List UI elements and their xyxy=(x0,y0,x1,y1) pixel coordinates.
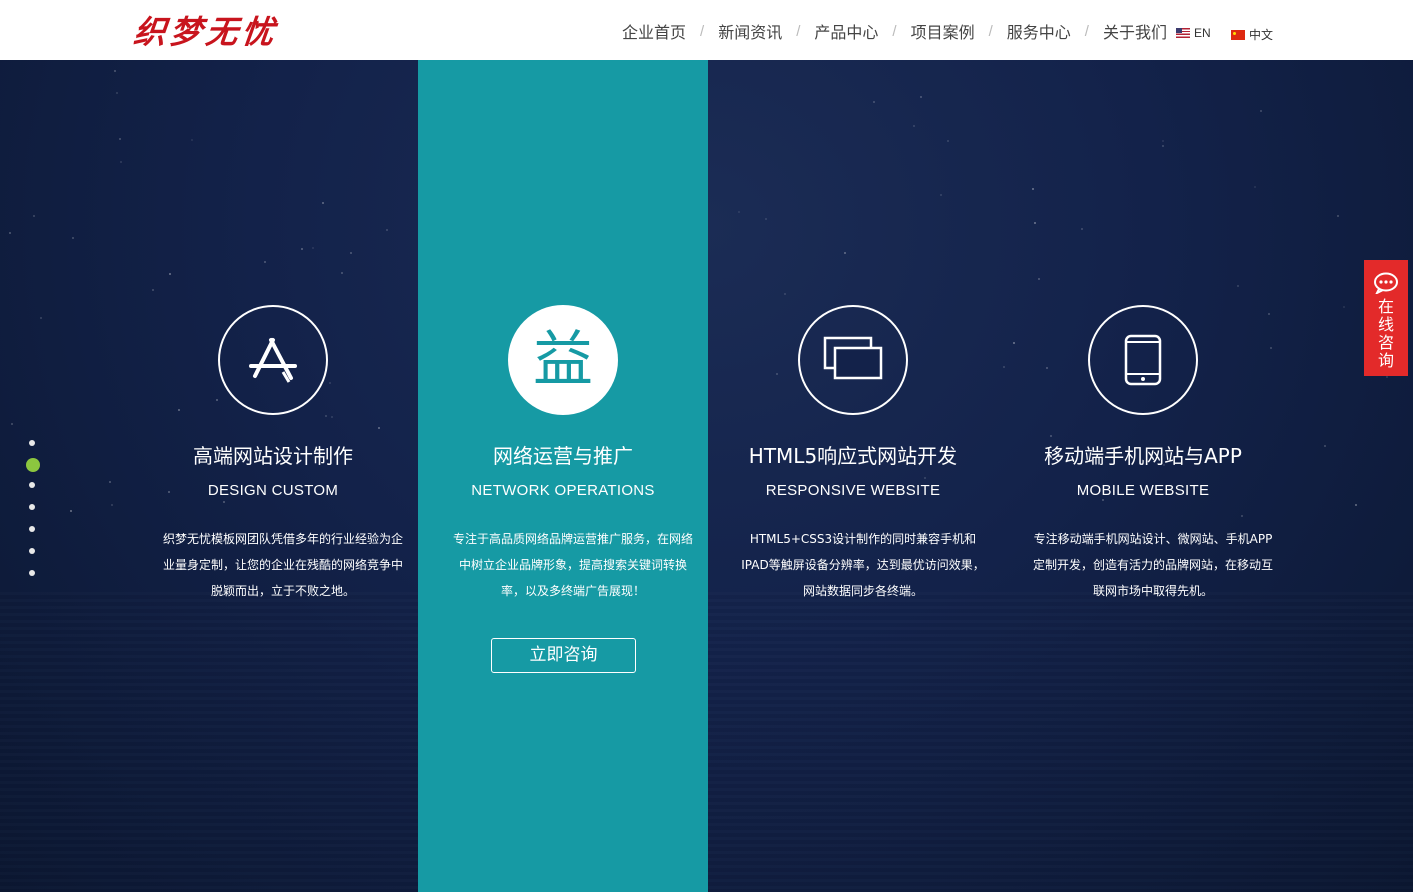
pager-dot[interactable] xyxy=(29,504,35,510)
pager-dot[interactable] xyxy=(29,440,35,446)
star xyxy=(116,92,118,94)
yi-glyph: 益 xyxy=(533,325,593,395)
nav-item-about[interactable]: 关于我们 xyxy=(1103,19,1167,43)
china-flag-icon xyxy=(1231,29,1245,40)
service-subtitle: RESPONSIVE WEBSITE xyxy=(765,482,941,499)
nav-item-cases[interactable]: 项目案例 xyxy=(911,19,975,43)
pager-dot[interactable] xyxy=(29,526,35,532)
mobile-phone-icon xyxy=(1088,305,1198,415)
star xyxy=(11,423,13,425)
star xyxy=(120,161,122,163)
main-nav: 企业首页 / 新闻资讯 / 产品中心 / 项目案例 / 服务中心 / 关于我们 xyxy=(622,19,1167,43)
star xyxy=(1386,376,1388,378)
service-description: 织梦无忧模板网团队凭借多年的行业经验为企业量身定制，让您的企业在残酷的网络竞争中… xyxy=(162,532,403,598)
star xyxy=(1324,445,1326,447)
hero-section: 高端网站设计制作 DESIGN CUSTOM 织梦无忧模板网团队凭借多年的行业经… xyxy=(0,60,1413,892)
service-column-responsive[interactable]: HTML5响应式网站开发 RESPONSIVE WEBSITE HTML5+CS… xyxy=(708,60,998,892)
star xyxy=(114,70,116,72)
star xyxy=(70,510,72,512)
nav-separator: / xyxy=(796,22,801,40)
nav-separator: / xyxy=(892,22,897,40)
service-title: 高端网站设计制作 xyxy=(193,444,353,468)
star xyxy=(111,504,113,506)
nav-item-home[interactable]: 企业首页 xyxy=(622,19,686,43)
us-flag-icon xyxy=(1176,28,1190,38)
service-subtitle: MOBILE WEBSITE xyxy=(1076,482,1210,499)
nav-separator: / xyxy=(988,22,993,40)
nav-item-products[interactable]: 产品中心 xyxy=(814,19,878,43)
star xyxy=(109,481,111,483)
star xyxy=(72,237,74,239)
nav-item-services[interactable]: 服务中心 xyxy=(1007,19,1071,43)
service-description: 专注于高品质网络品牌运营推广服务，在网络中树立企业品牌形象，提高搜索关键词转换率… xyxy=(452,532,693,598)
chat-bubble-icon xyxy=(1374,272,1398,294)
slide-pager xyxy=(26,440,40,592)
service-subtitle: NETWORK OPERATIONS xyxy=(471,482,655,499)
app-store-icon xyxy=(218,305,328,415)
star xyxy=(1337,215,1339,217)
service-title: 网络运营与推广 xyxy=(493,444,633,468)
site-logo[interactable]: 织梦无忧 xyxy=(132,10,280,51)
star xyxy=(9,232,11,234)
star xyxy=(33,215,35,217)
pager-dot[interactable] xyxy=(29,570,35,576)
nav-separator: / xyxy=(700,22,705,40)
star xyxy=(119,138,121,140)
service-description: 专注移动端手机网站设计、微网站、手机APP定制开发，创造有活力的品牌网站，在移动… xyxy=(1032,532,1273,598)
yi-character-icon: 益 xyxy=(508,305,618,415)
service-description: HTML5+CSS3设计制作的同时兼容手机和IPAD等触屏设备分辨率，达到最优访… xyxy=(741,532,985,598)
service-column-operations[interactable]: 益 网络运营与推广 NETWORK OPERATIONS 专注于高品质网络品牌运… xyxy=(418,60,708,892)
pager-dot[interactable] xyxy=(29,548,35,554)
service-title: 移动端手机网站与APP xyxy=(1044,444,1242,468)
responsive-windows-icon xyxy=(798,305,908,415)
lang-switch-en[interactable]: EN xyxy=(1176,26,1211,40)
service-column-design[interactable]: 高端网站设计制作 DESIGN CUSTOM 织梦无忧模板网团队凭借多年的行业经… xyxy=(128,60,418,892)
site-header: 织梦无忧 企业首页 / 新闻资讯 / 产品中心 / 项目案例 / 服务中心 / … xyxy=(0,0,1413,60)
star xyxy=(1355,504,1357,506)
nav-separator: / xyxy=(1084,22,1089,40)
service-title: HTML5响应式网站开发 xyxy=(748,444,958,468)
lang-en-label: EN xyxy=(1194,26,1211,40)
online-consult-tab[interactable]: 在线咨询 xyxy=(1364,260,1408,376)
consult-label: 在线咨询 xyxy=(1377,297,1394,370)
service-subtitle: DESIGN CUSTOM xyxy=(207,482,339,499)
star xyxy=(40,317,42,319)
lang-cn-label: 中文 xyxy=(1249,28,1274,42)
pager-dot-active[interactable] xyxy=(26,458,40,472)
lang-switch-cn[interactable]: 中文 xyxy=(1231,26,1273,43)
pager-dot[interactable] xyxy=(29,482,35,488)
star xyxy=(1343,306,1345,308)
nav-item-news[interactable]: 新闻资讯 xyxy=(718,19,782,43)
service-column-mobile[interactable]: 移动端手机网站与APP MOBILE WEBSITE 专注移动端手机网站设计、微… xyxy=(998,60,1288,892)
consult-now-button[interactable]: 立即咨询 xyxy=(491,638,636,673)
